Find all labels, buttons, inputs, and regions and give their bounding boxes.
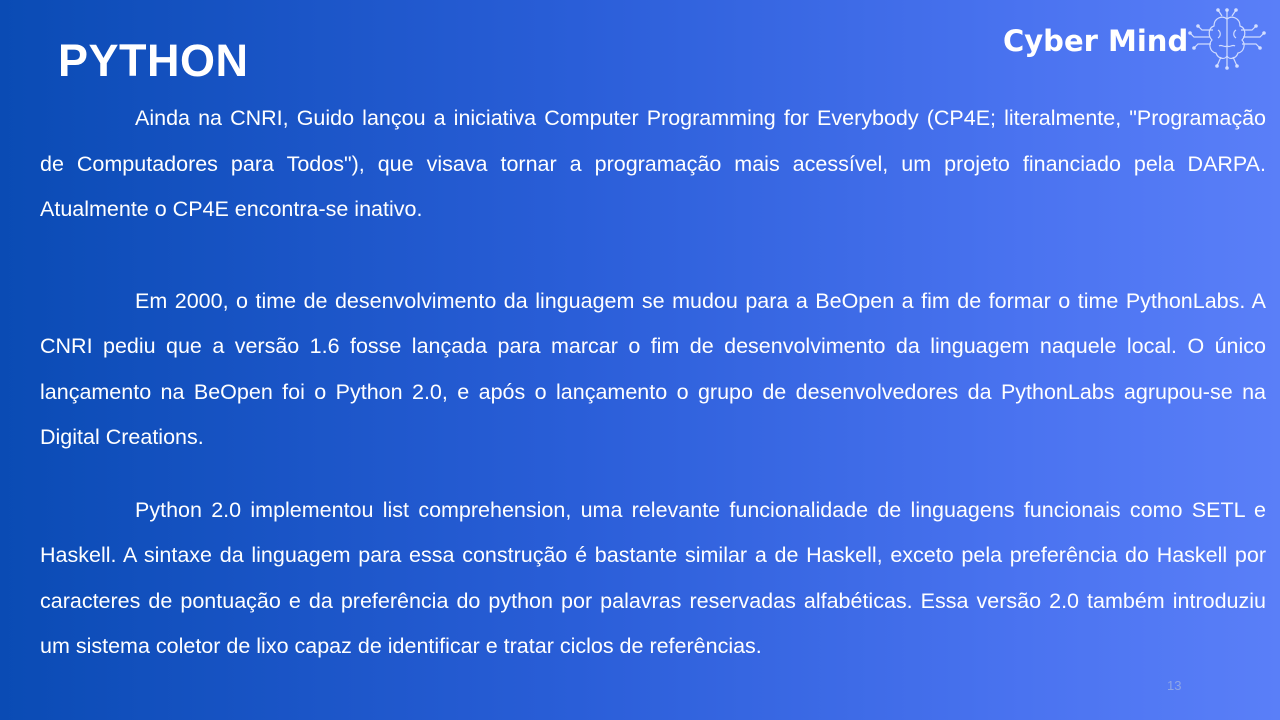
- cyber-mind-logo: Cyber Mind: [1003, 6, 1275, 74]
- slide-title: PYTHON: [58, 35, 249, 86]
- brain-circuit-icon: [1188, 8, 1266, 70]
- paragraph-beopen: Em 2000, o time de desenvolvimento da li…: [40, 288, 1266, 450]
- page-number: 13: [1167, 678, 1182, 693]
- paragraph-cp4e: Ainda na CNRI, Guido lançou a iniciativa…: [40, 106, 1266, 221]
- slide-body: Ainda na CNRI, Guido lançou a iniciativa…: [40, 96, 1266, 670]
- logo-text: Cyber Mind: [1003, 24, 1189, 58]
- paragraph-python-2: Python 2.0 implementou list comprehensio…: [40, 497, 1266, 659]
